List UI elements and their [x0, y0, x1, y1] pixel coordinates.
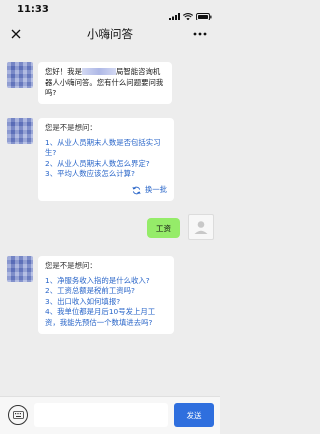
suggested-question[interactable]: 4、我单位都是月后10号发上月工资，我能先预估一个数填进去吗? — [45, 307, 167, 328]
keyboard-button[interactable] — [8, 405, 28, 425]
more-button[interactable] — [186, 22, 214, 46]
user-silhouette-icon — [194, 221, 208, 234]
status-time: 11:33 — [17, 4, 49, 15]
suggestion-hint: 您是不是想问： — [45, 123, 97, 132]
refresh-button[interactable]: 换一批 — [45, 185, 167, 196]
wifi-icon — [182, 6, 194, 21]
input-bar: 发送 — [0, 396, 220, 434]
signal-icon — [169, 6, 181, 21]
nav-bar: 小嗨问答 — [0, 20, 220, 48]
suggested-question[interactable]: 3、平均人数应该怎么计算? — [45, 169, 167, 180]
suggestion-hint: 您是不是想问： — [45, 261, 97, 270]
message-input[interactable] — [34, 403, 168, 427]
greeting-text: 您好！我是 局智能咨询机器人小嗨问答。您有什么问题要问我吗? — [45, 67, 165, 99]
user-message-bubble: 工资 — [147, 218, 180, 238]
user-avatar[interactable] — [188, 214, 214, 240]
battery-icon — [196, 6, 212, 21]
redacted-name — [81, 68, 116, 75]
bot-avatar[interactable] — [7, 118, 33, 144]
user-message-text: 工资 — [155, 223, 172, 233]
bot-avatar[interactable] — [7, 62, 33, 88]
status-bar: 11:33 — [0, 0, 220, 21]
keyboard-icon — [12, 411, 24, 419]
suggested-question[interactable]: 1、从业人员期末人数是否包括实习生? — [45, 138, 167, 159]
suggested-question[interactable]: 2、从业人员期末人数怎么界定? — [45, 159, 167, 170]
more-dots-icon — [193, 32, 207, 36]
greeting-prefix: 您好！我是 — [45, 67, 82, 76]
greeting-bubble: 您好！我是 局智能咨询机器人小嗨问答。您有什么问题要问我吗? — [38, 62, 172, 104]
suggestions-bubble: 您是不是想问： 1、净服务收入指的是什么收入? 2、工资总额是税前工资吗? 3、… — [38, 256, 174, 334]
suggested-question[interactable]: 1、净服务收入指的是什么收入? — [45, 276, 167, 287]
suggestions-bubble: 您是不是想问： 1、从业人员期末人数是否包括实习生? 2、从业人员期末人数怎么界… — [38, 118, 174, 201]
bot-avatar[interactable] — [7, 256, 33, 282]
refresh-icon — [132, 186, 141, 195]
send-button[interactable]: 发送 — [174, 403, 214, 427]
refresh-label: 换一批 — [144, 184, 167, 194]
suggested-question[interactable]: 3、出口收入如何填报? — [45, 297, 167, 308]
suggested-question[interactable]: 2、工资总额是税前工资吗? — [45, 286, 167, 297]
